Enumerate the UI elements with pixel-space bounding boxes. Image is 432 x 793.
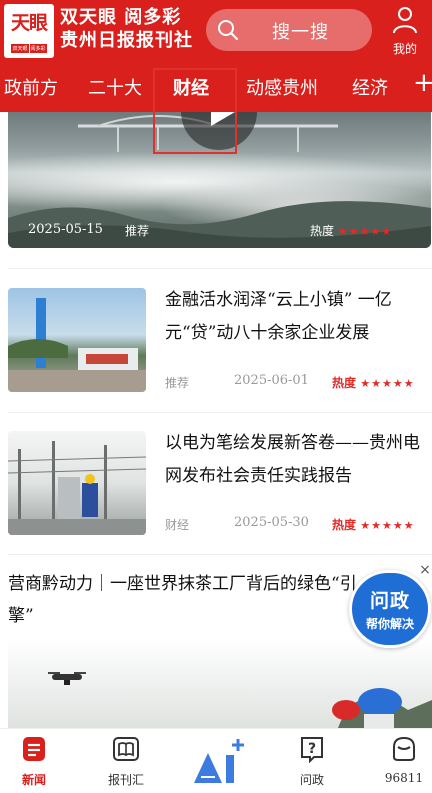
news-item[interactable]: 金融活水润泽“云上小镇” 一亿元“贷”动八十余家企业发展 推荐 2025-06-…: [0, 284, 432, 394]
star-icon: ★: [381, 377, 392, 390]
search-bar[interactable]: 搜一搜: [206, 9, 372, 51]
nav-newspapers[interactable]: 报刊汇: [96, 735, 156, 788]
question-icon: ?: [301, 737, 323, 764]
brand-title: 双天眼 阅多彩 贵州日报报刊社: [60, 7, 193, 53]
ai-icon: [194, 739, 244, 783]
nav-news[interactable]: 新闻: [4, 735, 64, 788]
tab-caijing[interactable]: 财经: [173, 74, 209, 100]
ask-gov-float-button[interactable]: 问政 帮你解决: [349, 570, 431, 648]
nav-ask-gov[interactable]: ? 问政: [282, 735, 342, 788]
star-icon: ★: [360, 519, 371, 532]
tabs-more-button[interactable]: +: [413, 68, 432, 98]
news-date: 2025-06-01: [234, 373, 309, 388]
town-scene: [8, 298, 146, 392]
video-card[interactable]: 2025-05-15 推荐 热度 ★ ★ ★ ★ ★: [8, 112, 431, 248]
star-icon: ★: [337, 225, 348, 238]
video-tag: 推荐: [125, 224, 150, 238]
drone-icon: [48, 672, 86, 685]
ask-gov-subtitle: 帮你解决: [365, 617, 414, 631]
user-icon: [393, 7, 417, 34]
nav-newspapers-label: 报刊汇: [107, 773, 144, 787]
nav-service-label: 96811: [384, 771, 424, 785]
profile-button[interactable]: 我的: [386, 6, 424, 56]
divider: [8, 412, 432, 413]
star-icon: ★: [370, 225, 381, 238]
heat-stars: ★ ★ ★ ★ ★: [338, 225, 391, 238]
video-heat: 热度 ★ ★ ★ ★ ★: [310, 222, 391, 239]
brand-slogan: 双天眼 阅多彩: [60, 7, 182, 28]
divider: [8, 554, 432, 555]
news-tag: 推荐: [165, 376, 190, 390]
svg-text:?: ?: [308, 741, 316, 757]
star-icon: ★: [392, 519, 403, 532]
news-icon: [23, 737, 45, 761]
star-icon: ★: [371, 519, 381, 532]
video-date: 2025-05-15: [28, 222, 103, 237]
news-title: 以电为笔绘发展新答卷——贵州电网发布社会责任实践报告: [165, 433, 420, 486]
drone-worker-scene: [48, 672, 432, 728]
news-thumbnail: [8, 431, 146, 535]
news-heat: 热度 ★ ★ ★ ★ ★: [332, 516, 414, 533]
heat-stars: ★ ★ ★ ★ ★: [360, 519, 413, 532]
news-item[interactable]: 以电为笔绘发展新答卷——贵州电网发布社会责任实践报告 财经 2025-05-30…: [0, 427, 432, 537]
news-thumbnail: [8, 288, 146, 392]
star-icon: ★: [371, 377, 381, 390]
brand-name: 贵州日报报刊社: [60, 30, 193, 51]
bottom-navigation: 新闻 报刊汇 ? 问政 96811: [0, 728, 432, 793]
ask-gov-title: 问政: [369, 590, 410, 612]
star-icon: ★: [381, 225, 392, 238]
heat-stars: ★ ★ ★ ★ ★: [360, 377, 413, 390]
heat-label: 热度: [310, 224, 335, 238]
news-title: 金融活水润泽“云上小镇” 一亿元“贷”动八十余家企业发展: [165, 290, 392, 343]
news-tag: 财经: [165, 518, 190, 532]
play-icon: [211, 112, 235, 126]
tab-zhengqianfang[interactable]: 政前方: [4, 74, 58, 100]
nav-service-96811[interactable]: 96811: [374, 735, 432, 785]
logo-badges: 双天眼 阅多彩: [11, 44, 47, 53]
star-icon: ★: [381, 519, 392, 532]
app-logo[interactable]: 天眼 双天眼 阅多彩: [4, 4, 54, 58]
category-tabs: 政前方 二十大 财经 动感贵州 经济 +: [0, 62, 432, 112]
star-icon: ★: [359, 225, 370, 238]
logo-badge: 阅多彩: [29, 44, 47, 53]
star-icon: ★: [392, 377, 403, 390]
logo-text: 天眼: [10, 12, 48, 34]
app-header: 天眼 双天眼 阅多彩 双天眼 阅多彩 贵州日报报刊社 搜一搜 我的: [0, 0, 432, 62]
nav-ai[interactable]: [188, 737, 252, 787]
service-icon: [393, 736, 415, 761]
hills-scenery: [8, 201, 431, 248]
search-icon: [218, 20, 239, 41]
heat-label: 热度: [332, 376, 357, 390]
news-heat: 热度 ★ ★ ★ ★ ★: [332, 374, 414, 391]
star-icon: ★: [403, 519, 414, 532]
heat-label: 热度: [332, 518, 357, 532]
book-icon: [113, 737, 139, 761]
tab-jingji[interactable]: 经济: [352, 74, 388, 100]
star-icon: ★: [403, 377, 414, 390]
nav-ask-gov-label: 问政: [299, 773, 324, 787]
headline-title[interactable]: 营商黔动力｜一座世界抹茶工厂背后的绿色“引擎”: [8, 568, 358, 632]
star-icon: ★: [360, 377, 371, 390]
profile-label: 我的: [392, 42, 417, 56]
news-date: 2025-05-30: [234, 515, 309, 530]
logo-badge: 双天眼: [11, 44, 29, 53]
divider: [8, 268, 432, 269]
star-icon: ★: [348, 225, 359, 238]
close-icon[interactable]: ×: [418, 563, 432, 577]
nav-news-label: 新闻: [21, 773, 46, 787]
tab-donggan-guizhou[interactable]: 动感贵州: [246, 74, 318, 100]
tab-ershida[interactable]: 二十大: [88, 74, 142, 100]
power-station-scene: [8, 441, 146, 535]
headline-image[interactable]: [8, 640, 432, 728]
search-placeholder: 搜一搜: [272, 22, 329, 43]
